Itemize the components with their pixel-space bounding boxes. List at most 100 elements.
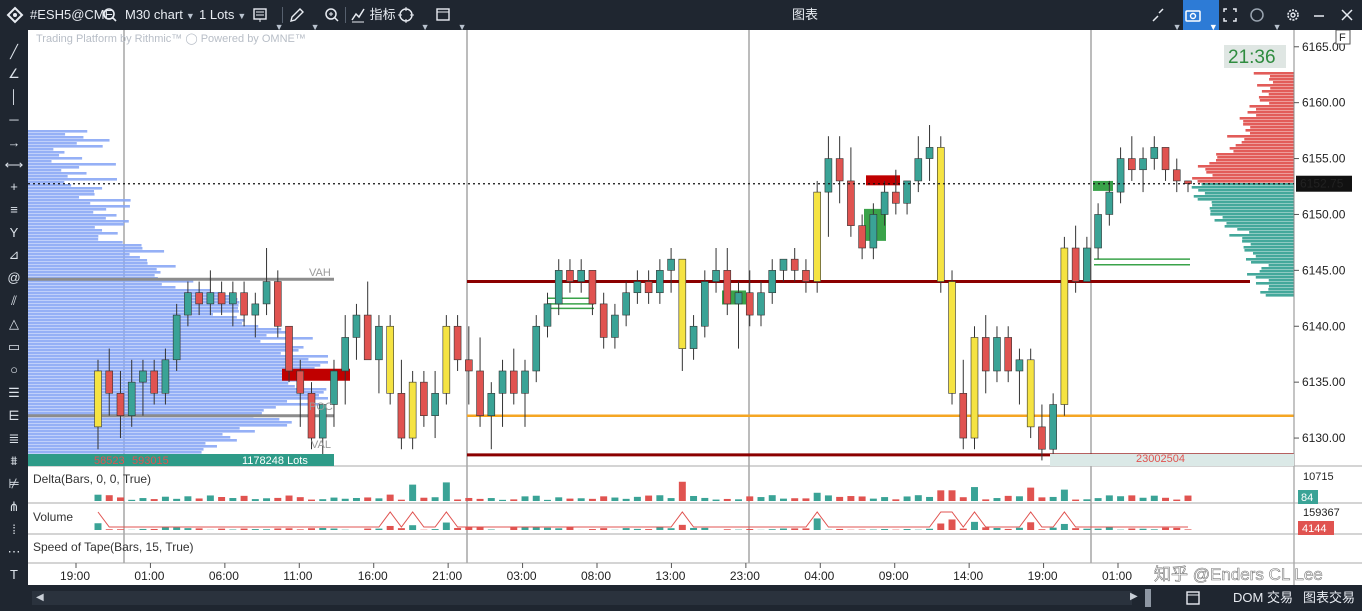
delta-bar xyxy=(1060,489,1068,501)
gann-fan-icon[interactable]: ⊿ xyxy=(3,245,25,265)
triangle-icon[interactable]: △ xyxy=(3,314,25,334)
toolbar-divider xyxy=(345,7,346,23)
trend-line-icon[interactable]: ╱ xyxy=(3,42,25,62)
right-profile-bar xyxy=(1197,198,1294,201)
volume-bar xyxy=(948,519,956,530)
calendar-icon[interactable] xyxy=(1185,585,1201,611)
symbol-search-icon[interactable] xyxy=(102,0,118,30)
right-profile-bar xyxy=(1229,234,1294,237)
volume-bar xyxy=(566,527,574,530)
fibonacci-extension-icon[interactable]: ⋿ xyxy=(3,406,25,426)
volume-bar xyxy=(1038,529,1046,530)
profile-bar xyxy=(28,361,328,364)
candle-body xyxy=(184,292,192,316)
delta-bar xyxy=(1072,499,1080,501)
close-icon[interactable] xyxy=(1340,0,1354,30)
measure-icon[interactable]: ⋯ xyxy=(3,542,25,562)
right-profile-bar xyxy=(1198,189,1294,192)
candle-body xyxy=(667,258,675,271)
delta-bar xyxy=(218,497,226,501)
indicators-icon xyxy=(351,8,365,23)
app-logo-icon[interactable] xyxy=(6,0,24,30)
minimize-icon[interactable] xyxy=(1312,0,1326,30)
right-profile-bar xyxy=(1253,72,1294,75)
candle-body xyxy=(1105,191,1114,215)
profile-bar xyxy=(28,298,238,301)
right-profile-bar xyxy=(1269,75,1294,78)
fibonacci-retracement-icon[interactable]: ☰ xyxy=(3,383,25,403)
volume-bar xyxy=(105,529,113,530)
settings-gear-icon[interactable] xyxy=(1285,0,1301,30)
volume-bar xyxy=(1083,528,1091,530)
angle-line-icon[interactable]: ∠ xyxy=(3,64,25,84)
extended-line-icon[interactable]: ⟷ xyxy=(3,155,25,175)
volume-bar xyxy=(150,528,158,530)
fullscreen-icon[interactable] xyxy=(1222,0,1238,30)
right-profile-bar xyxy=(1217,156,1294,159)
volume-bar xyxy=(982,527,990,530)
price-chart[interactable]: Trading Platform by Rithmic™ ◯ Powered b… xyxy=(28,30,1362,585)
volume-bar xyxy=(779,528,787,530)
collapse-icon[interactable]: ▼ xyxy=(1150,0,1182,32)
right-profile-bar xyxy=(1242,237,1294,240)
scroll-thumb[interactable] xyxy=(1145,589,1151,607)
right-profile-bar xyxy=(1191,186,1294,189)
candle-body xyxy=(745,292,754,316)
scroll-left-icon[interactable]: ◀ xyxy=(36,591,44,605)
indicators-button[interactable]: 指标 xyxy=(350,0,396,30)
timeframe-dropdown[interactable]: M30 chart ▼ xyxy=(125,0,195,30)
scroll-right-icon[interactable]: ▶ xyxy=(1130,591,1138,602)
profile-bar xyxy=(28,229,103,232)
ray-icon[interactable]: → xyxy=(3,133,25,153)
chart-trade-button[interactable]: 图表交易 xyxy=(1303,585,1355,611)
zoom-in-icon[interactable] xyxy=(324,0,340,30)
dom-trade-button[interactable]: DOM 交易 xyxy=(1233,585,1293,611)
text-tool-icon[interactable]: T xyxy=(3,565,25,585)
spiral-icon[interactable]: @ xyxy=(3,268,25,288)
crosshair-tool-icon[interactable]: + xyxy=(3,177,25,197)
rectangle-icon[interactable]: ▭ xyxy=(3,337,25,357)
horizontal-scrollbar[interactable]: ◀ xyxy=(32,591,1132,605)
current-price-label: 6152.75 xyxy=(1300,177,1344,191)
time-cycles-icon[interactable]: ⋔ xyxy=(3,497,25,517)
lots-dropdown[interactable]: 1 Lots ▼ xyxy=(199,0,246,30)
right-profile-bar xyxy=(1237,228,1294,231)
symbol-selector[interactable]: #ESH5@CME xyxy=(30,0,113,30)
link-color-icon[interactable]: ▼ xyxy=(1248,0,1282,32)
fibonacci-fan-icon[interactable]: ≣ xyxy=(3,429,25,449)
window-layout-icon[interactable]: ▼ xyxy=(435,0,467,32)
profile-bar xyxy=(28,214,117,217)
profile-bar xyxy=(28,394,319,397)
delta-bar xyxy=(206,495,214,501)
candle-body xyxy=(150,370,158,394)
profile-bar xyxy=(28,268,157,271)
horizontal-line-icon[interactable]: ─ xyxy=(3,110,25,130)
right-profile-bar xyxy=(1209,207,1294,210)
right-profile-bar xyxy=(1250,243,1294,246)
indicators-label: 指标 xyxy=(369,7,396,22)
parallel-lines-icon[interactable]: ≡ xyxy=(3,200,25,220)
volume-bar xyxy=(555,528,563,530)
delta-bar xyxy=(1094,498,1102,501)
channel-icon[interactable]: ⫽ xyxy=(3,291,25,311)
candle-body xyxy=(476,370,484,416)
profile-bar xyxy=(28,334,267,337)
candle-body xyxy=(352,314,361,338)
time-tick-label: 01:00 xyxy=(134,569,164,583)
bottom-bar: ◀ ▶ DOM 交易 图表交易 xyxy=(0,585,1362,611)
volume-bar xyxy=(1128,528,1136,530)
right-profile-bar xyxy=(1247,273,1294,276)
vertical-line-icon[interactable]: │ xyxy=(3,87,25,107)
delta-bar xyxy=(229,498,237,501)
regression-channel-icon[interactable]: ⊭ xyxy=(3,474,25,494)
camera-button[interactable]: ▼ xyxy=(1183,0,1219,32)
volume-bar xyxy=(881,529,889,530)
crosshair-icon[interactable]: ▼ xyxy=(398,0,430,32)
pitchfork-icon[interactable]: Y xyxy=(3,223,25,243)
volume-bar xyxy=(510,527,518,530)
volume-profile-tool-icon[interactable]: ⁞ xyxy=(3,520,25,540)
chart-type-icon[interactable]: ▼ xyxy=(252,0,284,32)
ellipse-icon[interactable]: ○ xyxy=(3,360,25,380)
pencil-icon[interactable]: ▼ xyxy=(288,0,320,32)
cycle-lines-icon[interactable]: ⩩ xyxy=(3,451,25,471)
